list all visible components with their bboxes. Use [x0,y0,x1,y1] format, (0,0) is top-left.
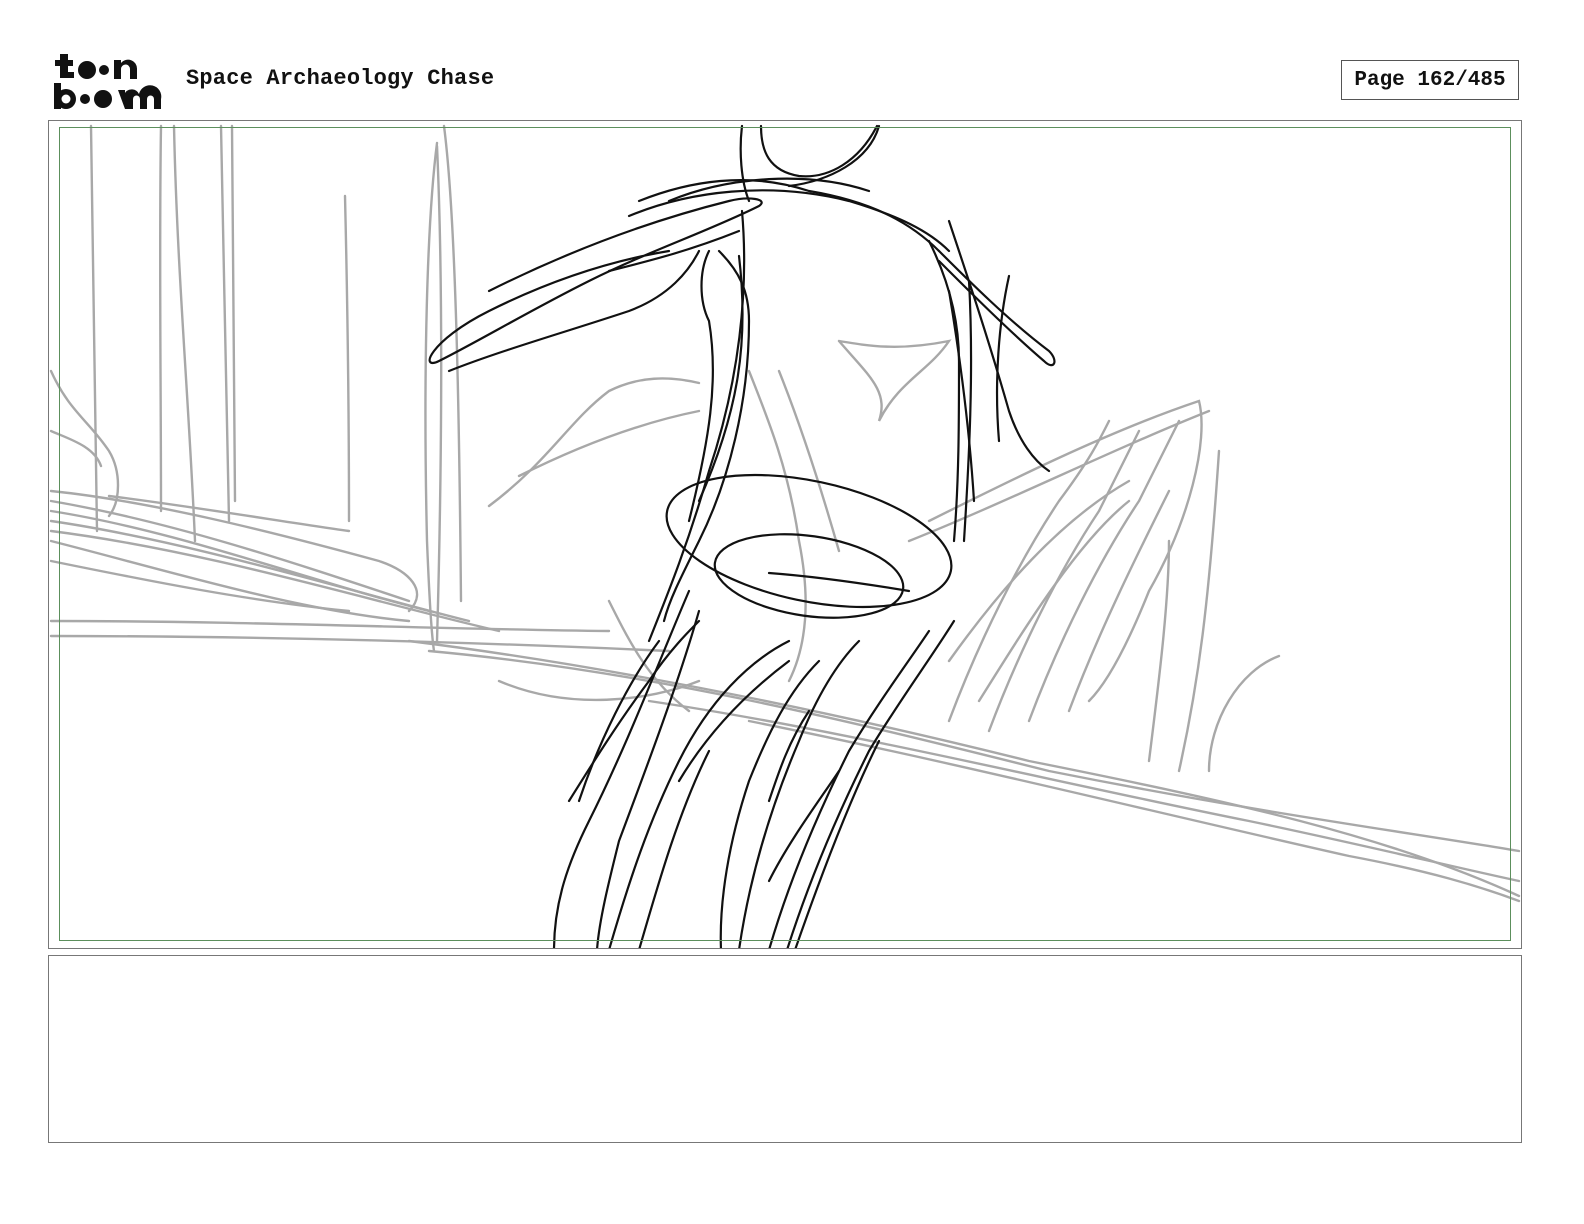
storyboard-panel [48,120,1522,949]
project-title: Space Archaeology Chase [186,66,495,91]
toonboom-logo [54,54,162,109]
page-number-badge: Page 162/485 [1341,60,1519,100]
panel-notes-box[interactable] [48,955,1522,1143]
panel-sketch-drawing [49,124,1521,948]
